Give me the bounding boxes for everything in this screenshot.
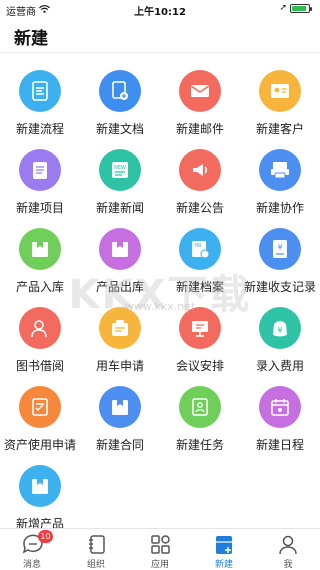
organization-icon xyxy=(89,535,105,554)
grid-item-label: 新建日程 xyxy=(255,438,304,452)
grid-item-label: 录入费用 xyxy=(255,359,304,373)
charging-icon: ➚ xyxy=(279,3,287,13)
grid-item[interactable]: 新建客户 xyxy=(240,70,320,148)
document-icon xyxy=(99,70,141,112)
grid-item-label: 新建公告 xyxy=(175,201,224,215)
page-title: 新建 xyxy=(14,29,48,49)
new-icon xyxy=(216,536,232,554)
tab-organization[interactable]: 组织 xyxy=(64,529,128,570)
tab-new[interactable]: 新建 xyxy=(192,529,256,570)
new-product-icon xyxy=(19,465,61,507)
mail-icon xyxy=(179,70,221,112)
tab-label: 应用 xyxy=(150,560,169,570)
grid-item[interactable]: HR 新建档案 xyxy=(160,228,240,306)
grid-item-label: 新建邮件 xyxy=(175,122,224,136)
grid-item-label: 新建新闻 xyxy=(95,201,144,215)
unread-badge: 10 xyxy=(38,530,53,543)
tab-label: 新建 xyxy=(214,560,233,570)
tab-profile[interactable]: 我 xyxy=(256,529,320,570)
grid-item[interactable]: 新建任务 xyxy=(160,386,240,464)
grid-item[interactable]: 新建邮件 xyxy=(160,70,240,148)
project-icon xyxy=(19,149,61,191)
car-request-icon xyxy=(99,307,141,349)
tab-label: 组织 xyxy=(86,560,105,570)
product-in-icon xyxy=(19,228,61,270)
asset-icon xyxy=(19,386,61,428)
grid-item[interactable]: 新建协作 xyxy=(240,149,320,227)
grid-item-label: 新建客户 xyxy=(255,122,304,136)
announcement-icon xyxy=(179,149,221,191)
tab-label: 我 xyxy=(283,560,293,570)
book-borrow-icon xyxy=(19,307,61,349)
archive-icon: HR xyxy=(179,228,221,270)
grid-item[interactable]: ¥ 新建收支记录 xyxy=(240,228,320,306)
tab-label: 消息 xyxy=(22,560,41,570)
profile-icon xyxy=(279,535,297,555)
svg-text:¥: ¥ xyxy=(277,326,282,335)
grid-item[interactable]: 会议安排 xyxy=(160,307,240,385)
grid-item-label: 产品入库 xyxy=(15,280,64,294)
grid-item-label: 新建合同 xyxy=(95,438,144,452)
status-time: 上午10:12 xyxy=(134,7,186,18)
grid-item[interactable]: 产品入库 xyxy=(0,228,80,306)
grid-item-label: 产品出库 xyxy=(95,280,144,294)
grid-item-label: 用车申请 xyxy=(95,359,144,373)
grid-item-label: 新建档案 xyxy=(175,280,224,294)
grid-item[interactable]: 新建文档 xyxy=(80,70,160,148)
grid-item-label: 图书借阅 xyxy=(15,359,64,373)
grid-item[interactable]: 新建公告 xyxy=(160,149,240,227)
grid-item-label: 新建收支记录 xyxy=(243,280,316,294)
battery-icon xyxy=(290,4,312,13)
svg-text:HR: HR xyxy=(194,243,202,249)
grid-item-label: 新建流程 xyxy=(15,122,64,136)
grid-item[interactable]: 产品出库 xyxy=(80,228,160,306)
grid-item[interactable]: 资产使用申请 xyxy=(0,386,80,464)
contract-icon xyxy=(99,386,141,428)
task-icon xyxy=(179,386,221,428)
grid-item[interactable]: 新建合同 xyxy=(80,386,160,464)
schedule-icon xyxy=(259,386,301,428)
tab-bar: 消息 10 组织 应用 新建 我 xyxy=(0,528,320,570)
grid-item-label: 新建文档 xyxy=(95,122,144,136)
tab-apps[interactable]: 应用 xyxy=(128,529,192,570)
grid-item-label: 会议安排 xyxy=(175,359,224,373)
svg-text:¥: ¥ xyxy=(277,243,282,252)
apps-icon xyxy=(151,535,170,554)
expense-icon: ¥ xyxy=(259,307,301,349)
grid-item-label: 新建协作 xyxy=(255,201,304,215)
grid-item-label: 新建项目 xyxy=(15,201,64,215)
grid-item[interactable]: 新建日程 xyxy=(240,386,320,464)
grid-item-label: 新建任务 xyxy=(175,438,224,452)
grid-item[interactable]: 新建项目 xyxy=(0,149,80,227)
grid-item[interactable]: 新建流程 xyxy=(0,70,80,148)
news-icon: NEW xyxy=(99,149,141,191)
product-out-icon xyxy=(99,228,141,270)
grid-item[interactable]: 用车申请 xyxy=(80,307,160,385)
svg-text:NEW: NEW xyxy=(114,165,126,171)
header-divider xyxy=(0,52,320,53)
tab-message[interactable]: 消息 10 xyxy=(0,529,64,570)
grid-item[interactable]: ¥ 录入费用 xyxy=(240,307,320,385)
grid-item[interactable]: NEW 新建新闻 xyxy=(80,149,160,227)
grid-item[interactable]: 图书借阅 xyxy=(0,307,80,385)
ledger-icon: ¥ xyxy=(259,228,301,270)
collaboration-icon xyxy=(259,149,301,191)
flow-icon xyxy=(19,70,61,112)
customer-icon xyxy=(259,70,301,112)
status-bar: 运营商 上午10:12 ➚ xyxy=(0,0,320,18)
meeting-icon xyxy=(179,307,221,349)
grid-item-label: 资产使用申请 xyxy=(3,438,76,452)
